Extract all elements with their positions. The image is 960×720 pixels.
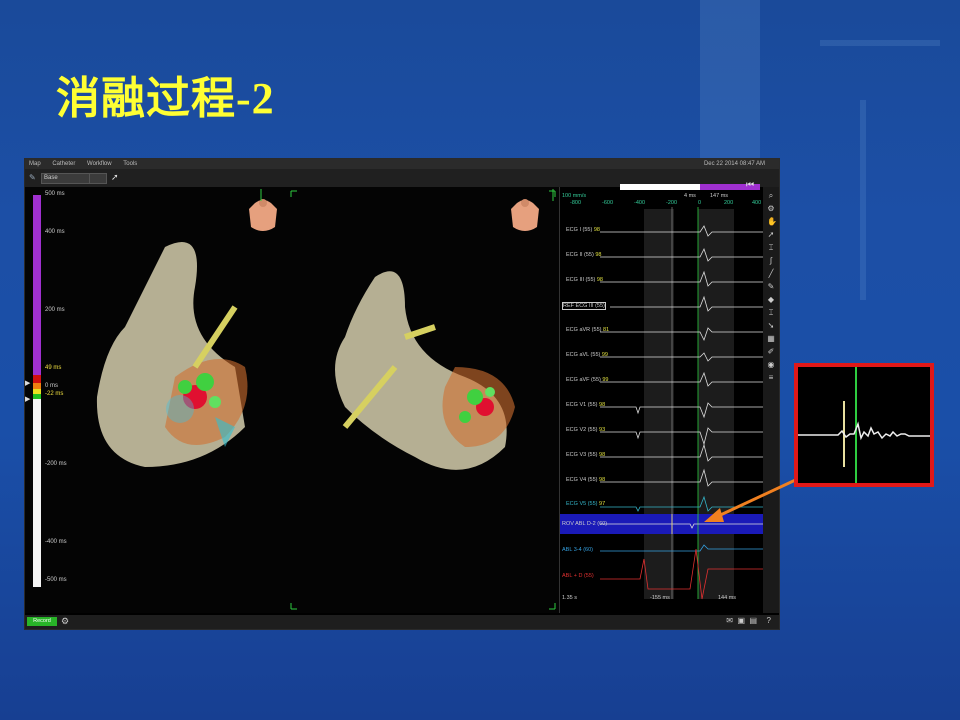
- ecg-channel-label: ROV ABL D-2 (60): [562, 521, 608, 527]
- line-icon[interactable]: ╱: [767, 270, 775, 278]
- curve-icon[interactable]: ∫: [767, 257, 775, 265]
- ecg-zoom-inset: [794, 363, 934, 487]
- record-button[interactable]: Record: [27, 617, 57, 626]
- ecg-channel-label: ECG I (55) 98: [566, 227, 600, 233]
- menu-item-tools[interactable]: Tools: [123, 161, 137, 167]
- ecg-footer-right: 144 ms: [718, 595, 737, 601]
- menu-item-catheter[interactable]: Catheter: [52, 161, 75, 167]
- ecg-channel-label: ECG II (55) 98: [566, 252, 602, 258]
- zoomed-ecg-trace: [798, 367, 930, 483]
- gear-icon[interactable]: ⚙: [61, 616, 69, 627]
- menu-item-workflow[interactable]: Workflow: [87, 161, 112, 167]
- background-decoration: [700, 0, 760, 160]
- ecg-channel-label: ECG V1 (55) 98: [566, 402, 606, 408]
- ecg-channel-label: ECG V2 (55) 93: [566, 427, 606, 433]
- menu-item-map[interactable]: Map: [29, 161, 41, 167]
- status-bar: Record ⚙ ✉ ▣ ▤ ?: [25, 615, 779, 629]
- secondary-select[interactable]: [89, 173, 107, 184]
- ecg-panel[interactable]: ⏮ 100 mm/s 4 ms 147 ms -800 -600 -400 -2…: [559, 179, 764, 613]
- ecg-channel-label: ECG III (55) 98: [566, 277, 603, 283]
- heart-model-left[interactable]: [85, 227, 285, 477]
- monitor-icon[interactable]: ▤: [749, 616, 757, 625]
- 3d-map-viewport[interactable]: 500 ms 400 ms 200 ms 49 ms 0 ms -22 ms -…: [25, 187, 559, 613]
- heart-model-right[interactable]: [315, 257, 535, 487]
- layers-icon[interactable]: ≡: [767, 374, 775, 382]
- slide-title: 消融过程-2: [56, 74, 275, 123]
- eraser-icon[interactable]: ◆: [767, 296, 775, 304]
- brush-icon[interactable]: ✐: [767, 348, 775, 356]
- chat-icon[interactable]: ✉: [726, 616, 733, 625]
- settings-icon[interactable]: ⚙: [767, 205, 775, 213]
- help-icon[interactable]: ?: [767, 616, 771, 625]
- ecg-footer-left: 1.35 s: [562, 595, 577, 601]
- background-decoration: [820, 40, 940, 46]
- pointer-icon[interactable]: ➚: [767, 231, 775, 239]
- ecg-channel-label: ECG V4 (55) 98: [566, 477, 606, 483]
- menu-bar: Map Catheter Workflow Tools Dec 22 2014 …: [25, 159, 779, 169]
- pen-icon[interactable]: ✎: [767, 283, 775, 291]
- search-icon[interactable]: ⌕: [767, 192, 775, 200]
- arrow-icon[interactable]: ➘: [767, 322, 775, 330]
- ecg-channel-label: ECG aVL (55) 99: [566, 352, 608, 358]
- ecg-channel-label: REF ECG III (55): [562, 302, 606, 310]
- ecg-channel-label: ECG aVR (55) 81: [566, 327, 610, 333]
- ecg-channel-label: ECG V3 (55) 98: [566, 452, 606, 458]
- hand-icon[interactable]: ✋: [767, 218, 777, 226]
- cursor-icon[interactable]: ➚: [111, 172, 119, 183]
- ecg-channel-label: ABL + D (55): [562, 573, 594, 579]
- mapping-application-window: Map Catheter Workflow Tools Dec 22 2014 …: [24, 158, 780, 630]
- grid-icon[interactable]: ▦: [767, 335, 775, 343]
- ecg-channel-label: ECG aVF (55) 99: [566, 377, 609, 383]
- ecg-channel-label: ABL 3-4 (60): [562, 547, 593, 553]
- caliper-icon[interactable]: ⌶: [767, 244, 775, 252]
- clock-text: Dec 22 2014 08:47 AM: [703, 161, 765, 167]
- background-decoration: [860, 100, 866, 300]
- measure-icon[interactable]: ⌶: [767, 309, 775, 317]
- side-toolbar: ⌕ ⚙ ✋ ➚ ⌶ ∫ ╱ ✎ ◆ ⌶ ➘ ▦ ✐ ◉ ≡: [763, 187, 779, 613]
- ecg-channel-label: ECG V5 (55) 97: [566, 501, 606, 507]
- catheter-icon[interactable]: ✎: [29, 173, 36, 182]
- camera-icon[interactable]: ▣: [737, 616, 745, 625]
- eye-icon[interactable]: ◉: [767, 361, 775, 369]
- ecg-footer-mid: -155 ms: [650, 595, 670, 601]
